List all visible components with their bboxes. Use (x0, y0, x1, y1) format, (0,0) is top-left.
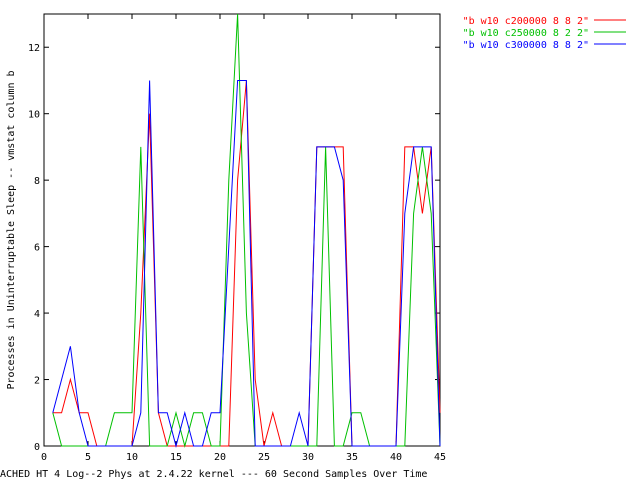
legend-label: "b w10 c300000 8 8 2" (463, 40, 589, 51)
legend: "b w10 c200000 8 8 2""b w10 c250000 8 2 … (463, 16, 626, 51)
series-line (52, 80, 441, 447)
x-tick-label: 15 (170, 452, 182, 463)
y-tick-label: 8 (34, 176, 40, 187)
chart: 0 5 10 15 20 25 30 35 40 45 0 2 4 6 8 10 12 "b w10 c2000… (0, 13, 626, 480)
y-tick-label: 12 (28, 43, 40, 54)
x-tick-label: 10 (126, 452, 138, 463)
y-axis-label: Processes in Uninterruptable Sleep -- vm… (6, 70, 17, 389)
y-tick-label: 10 (28, 110, 40, 121)
axis-ticks (43, 14, 441, 447)
y-tick-label: 6 (34, 243, 40, 254)
legend-label: "b w10 c200000 8 8 2" (463, 16, 589, 27)
series-line (52, 80, 441, 448)
plot-frame (43, 13, 441, 447)
y-tick-label: 2 (34, 376, 40, 387)
series-line (52, 13, 441, 448)
legend-label: "b w10 c250000 8 2 2" (463, 28, 589, 39)
x-tick-label: 35 (346, 452, 358, 463)
x-tick-label: 25 (258, 452, 270, 463)
x-tick-label: 30 (302, 452, 314, 463)
y-tick-label: 4 (34, 309, 40, 320)
x-tick-label: 40 (390, 452, 402, 463)
series-lines (52, 13, 441, 448)
x-tick-label: 0 (41, 452, 47, 463)
y-tick-label: 0 (34, 442, 40, 453)
axis-tick-labels: 0 5 10 15 20 25 30 35 40 45 0 2 4 6 8 10 12 (28, 43, 446, 463)
x-axis-label: ACHED HT 4 Log--2 Phys at 2.4.22 kernel … (0, 469, 427, 480)
x-tick-label: 5 (85, 452, 91, 463)
x-tick-label: 20 (214, 452, 226, 463)
x-tick-label: 45 (434, 452, 446, 463)
